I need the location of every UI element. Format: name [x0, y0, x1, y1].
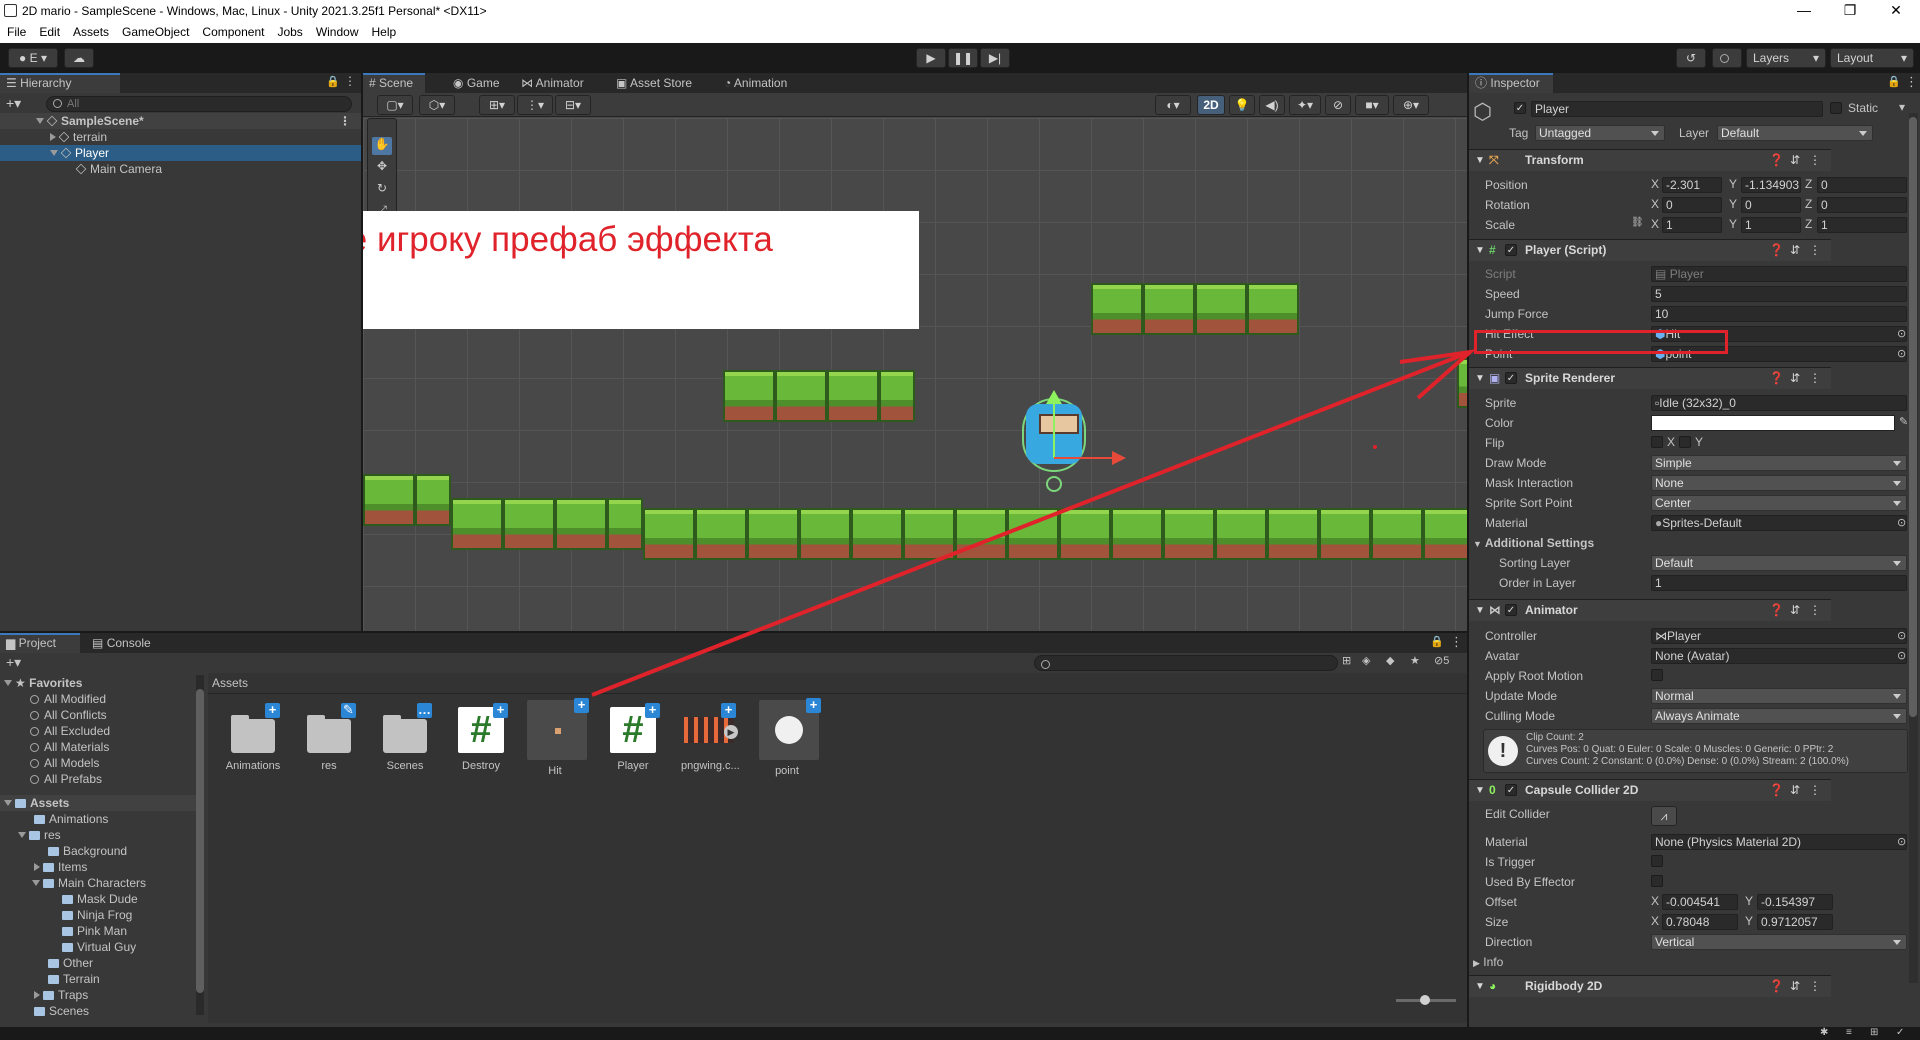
- debug-icon[interactable]: ✱: [1820, 1027, 1828, 1038]
- status-bar: ✱ ≡ ⊞ ✓: [0, 1027, 1920, 1040]
- arrow-line: [591, 350, 1471, 697]
- cache-icon[interactable]: ⊞: [1870, 1027, 1878, 1038]
- annotation-arrow: [591, 349, 1477, 697]
- check-icon[interactable]: ✓: [1896, 1027, 1904, 1038]
- progress-icon[interactable]: ≡: [1846, 1027, 1852, 1038]
